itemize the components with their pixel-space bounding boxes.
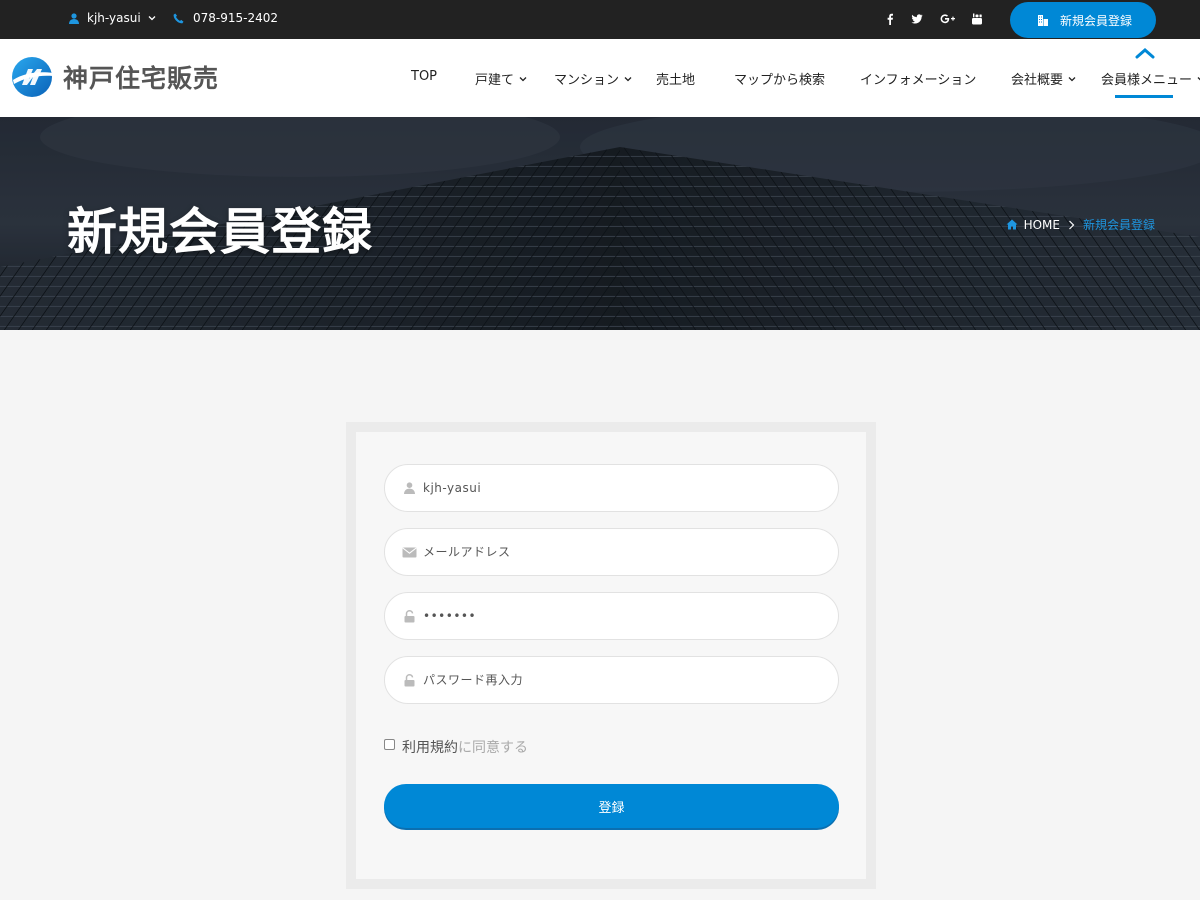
home-icon: [1006, 219, 1018, 231]
phone-icon: [172, 11, 184, 25]
youtube-icon[interactable]: [969, 11, 985, 27]
chevron-up-icon: [1135, 48, 1155, 59]
nav-label: マップから検索: [734, 73, 826, 88]
email-input[interactable]: [423, 529, 838, 575]
page-banner: 新規会員登録 HOME 新規会員登録: [0, 117, 1200, 330]
nav-item-mansions[interactable]: マンション: [554, 69, 632, 88]
terms-link[interactable]: 利用規約: [402, 737, 458, 757]
breadcrumb: HOME 新規会員登録: [1006, 216, 1155, 233]
nav-label: 会社概要: [1011, 73, 1064, 88]
breadcrumb-current: 新規会員登録: [1082, 218, 1155, 232]
breadcrumb-home-link[interactable]: HOME: [1024, 218, 1060, 232]
user-icon: [401, 480, 417, 496]
main-navbar: 神戸住宅販売 TOP 戸建て マンション 売土地 マップから検索 インフォメーシ…: [0, 39, 1200, 117]
registration-card: 利用規約 に同意する 登録: [346, 422, 876, 889]
top-bar: kjh-yasui 078-915-2402 新規会員登録: [0, 0, 1200, 39]
nav-label: 売土地: [656, 73, 696, 88]
submit-register-button[interactable]: 登録: [384, 784, 839, 828]
terms-agreement: 利用規約 に同意する: [384, 737, 528, 757]
nav-item-company[interactable]: 会社概要: [1011, 69, 1076, 88]
new-member-register-button[interactable]: 新規会員登録: [1010, 2, 1156, 38]
chevron-right-icon: [1068, 220, 1075, 230]
nav-item-information[interactable]: インフォメーション: [860, 69, 976, 88]
nav-item-detached-houses[interactable]: 戸建て: [475, 69, 527, 88]
password-confirm-input[interactable]: [423, 657, 838, 703]
nav-item-member-menu[interactable]: 会員様メニュー: [1101, 69, 1200, 88]
envelope-icon: [401, 544, 417, 560]
lock-icon: [401, 672, 417, 688]
username-field[interactable]: [384, 464, 839, 512]
nav-item-top[interactable]: TOP: [411, 69, 437, 84]
logo-text: 神戸住宅販売: [63, 64, 220, 93]
user-icon: [68, 11, 80, 25]
nav-label: インフォメーション: [860, 73, 977, 88]
chevron-down-icon: [519, 76, 527, 81]
nav-label: 戸建て: [475, 73, 515, 88]
facebook-icon[interactable]: [882, 11, 898, 27]
building-icon: [1037, 14, 1049, 26]
phone-number: 078-915-2402: [193, 11, 279, 25]
user-menu[interactable]: kjh-yasui: [68, 11, 156, 25]
registration-form: 利用規約 に同意する 登録: [356, 432, 866, 879]
nav-label: 会員様メニュー: [1101, 73, 1193, 88]
nav-active-indicator: [1115, 95, 1173, 98]
password-input[interactable]: [423, 593, 838, 639]
chevron-down-icon: [148, 16, 156, 21]
chevron-down-icon: [624, 76, 632, 81]
terms-agree-label: に同意する: [458, 740, 528, 756]
terms-checkbox[interactable]: [384, 738, 395, 750]
nav-item-map-search[interactable]: マップから検索: [734, 69, 825, 88]
register-button-label: 新規会員登録: [1060, 13, 1133, 28]
nav-label: TOP: [411, 69, 438, 84]
lock-icon: [401, 608, 417, 624]
google-plus-icon[interactable]: [938, 11, 958, 27]
username-input[interactable]: [423, 465, 838, 511]
page-title: 新規会員登録: [67, 203, 373, 261]
site-logo[interactable]: 神戸住宅販売: [10, 55, 219, 99]
chevron-down-icon: [1068, 76, 1076, 81]
phone-contact[interactable]: 078-915-2402: [172, 11, 278, 25]
logo-mark-icon: [12, 57, 53, 97]
username-label: kjh-yasui: [87, 11, 141, 25]
nav-item-land[interactable]: 売土地: [656, 69, 695, 88]
email-field[interactable]: [384, 528, 839, 576]
nav-label: マンション: [554, 73, 620, 88]
password-field[interactable]: [384, 592, 839, 640]
twitter-icon[interactable]: [909, 11, 925, 27]
password-confirm-field[interactable]: [384, 656, 839, 704]
